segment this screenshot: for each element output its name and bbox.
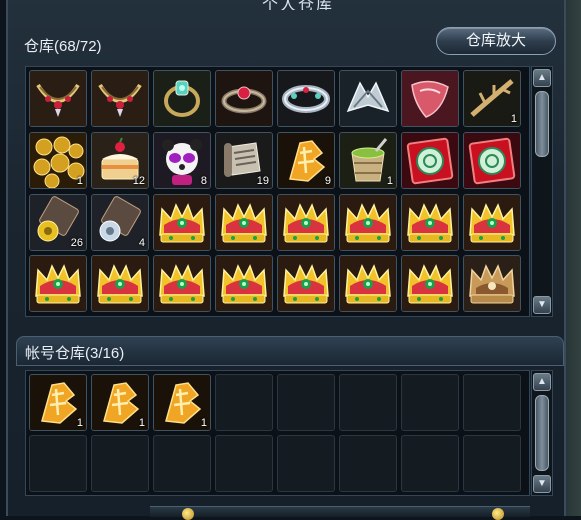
personal-storage-label: 仓库(68/72) bbox=[24, 38, 102, 55]
personal-storage-grid: 1 1 12 8 19 9 1 26 4 bbox=[25, 66, 530, 317]
account-storage-header: 帐号仓库(3/16) bbox=[16, 336, 564, 366]
scroll-up-arrow-icon[interactable]: ▲ bbox=[533, 69, 551, 87]
item-slot[interactable]: 1 bbox=[29, 131, 87, 189]
empty-item-slot[interactable] bbox=[153, 435, 211, 492]
item-slot[interactable] bbox=[277, 255, 335, 313]
account-scrollbar[interactable]: ▲ ▼ bbox=[531, 370, 553, 496]
account-storage-label: 帐号仓库(3/16) bbox=[25, 345, 125, 362]
item-slot[interactable] bbox=[215, 193, 273, 251]
empty-item-slot[interactable] bbox=[339, 374, 397, 431]
currency-bar bbox=[150, 506, 530, 517]
item-slot[interactable] bbox=[401, 70, 459, 127]
item-slot[interactable] bbox=[339, 70, 397, 127]
coin-icon bbox=[182, 508, 194, 520]
item-slot[interactable]: 8 bbox=[153, 131, 211, 189]
window-title-bar: 个人仓库 bbox=[208, 0, 388, 10]
item-slot[interactable]: 1 bbox=[91, 374, 149, 431]
item-count: 19 bbox=[256, 174, 269, 187]
account-storage-grid: 1 1 1 bbox=[25, 370, 530, 496]
scroll-down-arrow-icon[interactable]: ▼ bbox=[533, 296, 551, 314]
item-count: 4 bbox=[138, 236, 145, 249]
item-slot[interactable] bbox=[463, 131, 521, 189]
item-slot[interactable]: 19 bbox=[215, 131, 273, 189]
empty-item-slot[interactable] bbox=[463, 374, 521, 431]
empty-item-slot[interactable] bbox=[29, 435, 87, 492]
item-slot[interactable]: 4 bbox=[91, 193, 149, 251]
scroll-thumb[interactable] bbox=[535, 395, 549, 471]
empty-item-slot[interactable] bbox=[277, 374, 335, 431]
scroll-thumb[interactable] bbox=[535, 91, 549, 157]
item-slot[interactable]: 1 bbox=[153, 374, 211, 431]
item-slot[interactable] bbox=[401, 131, 459, 189]
item-slot[interactable] bbox=[401, 255, 459, 313]
item-slot[interactable] bbox=[91, 70, 149, 127]
storage-window: 个人仓库 仓库(68/72) 仓库放大 1 1 12 8 19 9 1 26 4 ▲ ▼ 帐号仓… bbox=[6, 0, 566, 516]
empty-item-slot[interactable] bbox=[463, 435, 521, 492]
item-slot[interactable] bbox=[277, 193, 335, 251]
scroll-down-arrow-icon[interactable]: ▼ bbox=[533, 475, 551, 493]
coin-icon bbox=[492, 508, 504, 520]
item-slot[interactable]: 12 bbox=[91, 131, 149, 189]
empty-item-slot[interactable] bbox=[401, 374, 459, 431]
item-slot[interactable] bbox=[91, 255, 149, 313]
item-slot[interactable]: 1 bbox=[339, 131, 397, 189]
item-slot[interactable] bbox=[29, 70, 87, 127]
empty-item-slot[interactable] bbox=[277, 435, 335, 492]
item-count: 26 bbox=[70, 236, 83, 249]
item-count: 1 bbox=[200, 417, 207, 429]
empty-item-slot[interactable] bbox=[91, 435, 149, 492]
window-title: 个人仓库 bbox=[261, 0, 334, 10]
item-slot[interactable] bbox=[215, 70, 273, 127]
item-slot[interactable] bbox=[463, 255, 521, 313]
item-slot[interactable]: 9 bbox=[277, 131, 335, 189]
item-count: 9 bbox=[324, 174, 331, 187]
item-slot[interactable] bbox=[153, 193, 211, 251]
item-count: 1 bbox=[76, 417, 83, 429]
empty-item-slot[interactable] bbox=[215, 435, 273, 492]
empty-item-slot[interactable] bbox=[401, 435, 459, 492]
item-slot[interactable] bbox=[153, 255, 211, 313]
item-count: 1 bbox=[76, 174, 83, 187]
item-slot[interactable] bbox=[463, 193, 521, 251]
item-slot[interactable] bbox=[339, 193, 397, 251]
item-slot[interactable] bbox=[339, 255, 397, 313]
empty-item-slot[interactable] bbox=[339, 435, 397, 492]
item-slot[interactable] bbox=[29, 255, 87, 313]
item-count: 1 bbox=[386, 174, 393, 187]
item-slot[interactable]: 1 bbox=[463, 70, 521, 127]
item-slot[interactable] bbox=[153, 70, 211, 127]
item-slot[interactable] bbox=[277, 70, 335, 127]
expand-storage-button[interactable]: 仓库放大 bbox=[436, 27, 556, 55]
item-slot[interactable] bbox=[215, 255, 273, 313]
item-slot[interactable]: 1 bbox=[29, 374, 87, 431]
item-slot[interactable] bbox=[401, 193, 459, 251]
item-count: 1 bbox=[138, 417, 145, 429]
item-count: 1 bbox=[510, 113, 517, 125]
item-slot[interactable]: 26 bbox=[29, 193, 87, 251]
personal-scrollbar[interactable]: ▲ ▼ bbox=[531, 66, 553, 317]
item-count: 12 bbox=[132, 174, 145, 187]
item-count: 8 bbox=[200, 174, 207, 187]
empty-item-slot[interactable] bbox=[215, 374, 273, 431]
scroll-up-arrow-icon[interactable]: ▲ bbox=[533, 373, 551, 391]
